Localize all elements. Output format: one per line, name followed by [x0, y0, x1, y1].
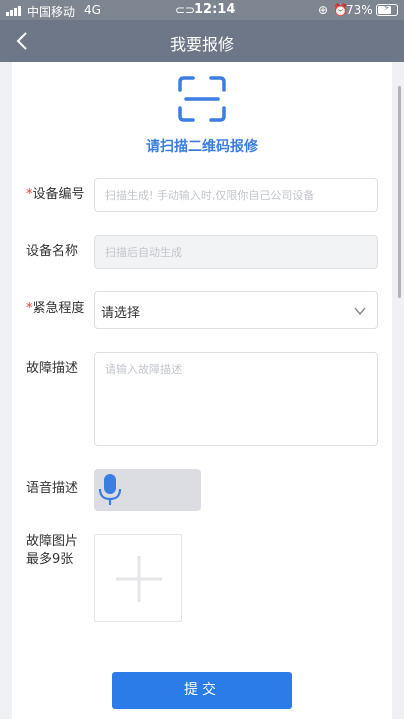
fault-images-label-line2: 最多9张: [26, 552, 74, 567]
link-icon: ⊂⊃: [175, 3, 196, 17]
fault-images-label: 故障图片 最多9张: [26, 533, 78, 569]
network-type: 4G: [84, 3, 101, 17]
carrier-name: 中国移动: [27, 5, 76, 19]
submit-button[interactable]: 提交: [112, 672, 292, 709]
nav-bar: 我要报修: [0, 20, 404, 62]
voice-record-button[interactable]: [94, 469, 201, 511]
scan-frame-icon[interactable]: [178, 76, 226, 122]
urgency-select[interactable]: 请选择: [94, 291, 378, 329]
microphone-icon: [98, 474, 122, 505]
device-name-label: 设备名称: [26, 244, 79, 259]
voice-description-label: 语音描述: [26, 481, 79, 496]
fault-description-input[interactable]: [94, 352, 378, 446]
battery-icon: ⚡: [376, 3, 398, 16]
battery-percent: 73%: [346, 3, 373, 17]
scan-label: 请扫描二维码报修: [146, 139, 258, 155]
scrollbar[interactable]: [398, 86, 401, 298]
plus-icon: [116, 556, 162, 602]
fault-description-label: 故障描述: [26, 361, 79, 376]
clock: 12:14: [194, 2, 236, 17]
charging-icon: ⚡: [383, 3, 391, 14]
status-bar: 中国移动 4G ⊂⊃ 12:14 ⊕ ⏰ 73% ⚡: [0, 0, 404, 20]
page-title: 我要报修: [169, 35, 234, 54]
fault-images-label-line1: 故障图片: [26, 534, 79, 549]
chevron-down-icon: [354, 307, 366, 316]
device-number-label-text: 设备编号: [32, 187, 85, 202]
repair-form-card: 请扫描二维码报修 *设备编号 设备名称 *紧急程度 请选择 故障描述 语音描述 …: [12, 62, 392, 719]
urgency-label: *紧急程度: [26, 300, 85, 318]
device-number-label: *设备编号: [26, 186, 85, 204]
urgency-label-text: 紧急程度: [32, 301, 85, 316]
image-upload-button[interactable]: [94, 534, 182, 622]
urgency-select-value: 请选择: [101, 306, 141, 321]
device-number-input[interactable]: [94, 178, 378, 212]
rotation-lock-icon: ⊕: [318, 3, 329, 17]
scan-qr-area[interactable]: 请扫描二维码报修: [12, 76, 392, 156]
signal-icon: [6, 6, 21, 16]
device-name-input: [94, 235, 378, 269]
